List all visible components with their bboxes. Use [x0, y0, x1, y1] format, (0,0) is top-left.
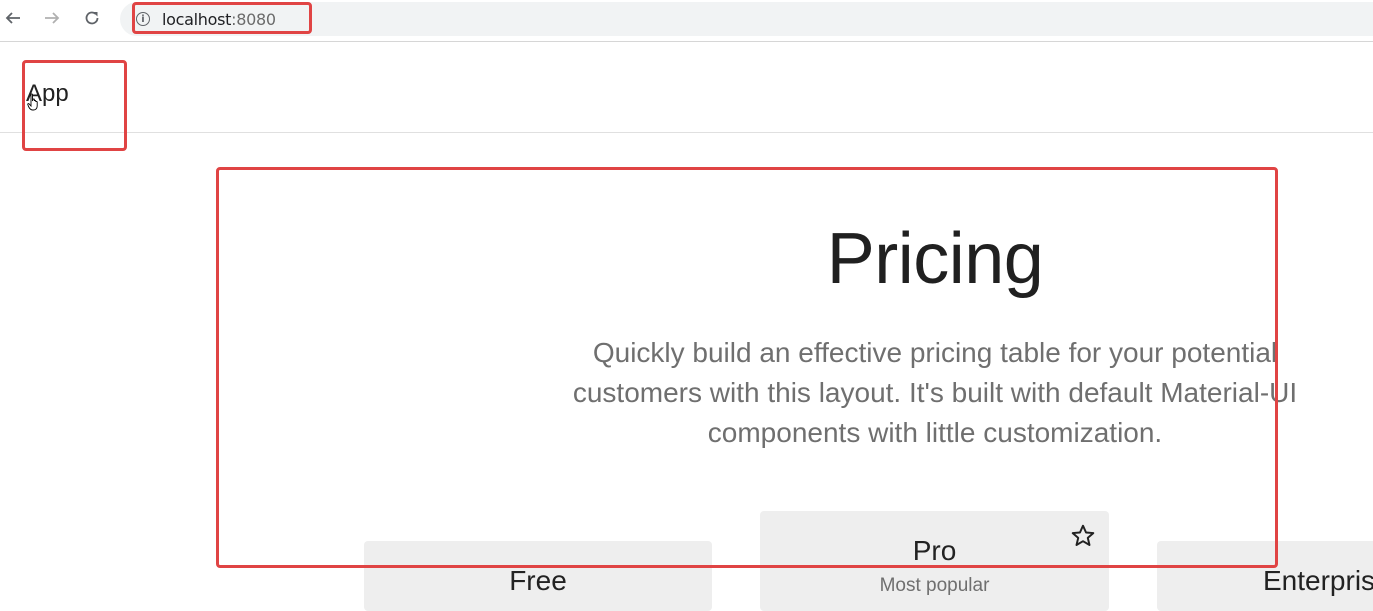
tier-title: Pro [912, 535, 957, 566]
url-text[interactable]: localhost:8080 [162, 10, 276, 29]
page-title: Pricing [826, 219, 1044, 299]
hand-cursor-icon [27, 93, 38, 111]
reload-icon [85, 11, 99, 25]
tier-title: Enterprise [1263, 565, 1373, 596]
star-icon [1071, 524, 1095, 546]
page-subtitle: Quickly build an effective pricing table… [572, 337, 1298, 448]
pricing-card-pro: Pro Most popular [760, 511, 1109, 611]
back-button[interactable] [1, 6, 25, 30]
address-bar[interactable]: i localhost:8080 [120, 2, 1373, 36]
tier-title: Free [509, 565, 567, 596]
browser-toolbar: i localhost:8080 [0, 0, 1373, 42]
pricing-card-enterprise: Enterprise [1157, 541, 1373, 611]
info-icon[interactable]: i [136, 12, 150, 26]
arrow-left-icon [5, 12, 20, 24]
pricing-card-free: Free [364, 541, 712, 611]
forward-button[interactable] [40, 6, 64, 30]
url-host: localhost [162, 10, 232, 29]
tier-subheader: Most popular [879, 575, 990, 596]
app-bar: App [0, 43, 1373, 133]
arrow-right-icon [45, 12, 60, 24]
reload-button[interactable] [80, 6, 104, 30]
url-port: :8080 [231, 10, 276, 29]
